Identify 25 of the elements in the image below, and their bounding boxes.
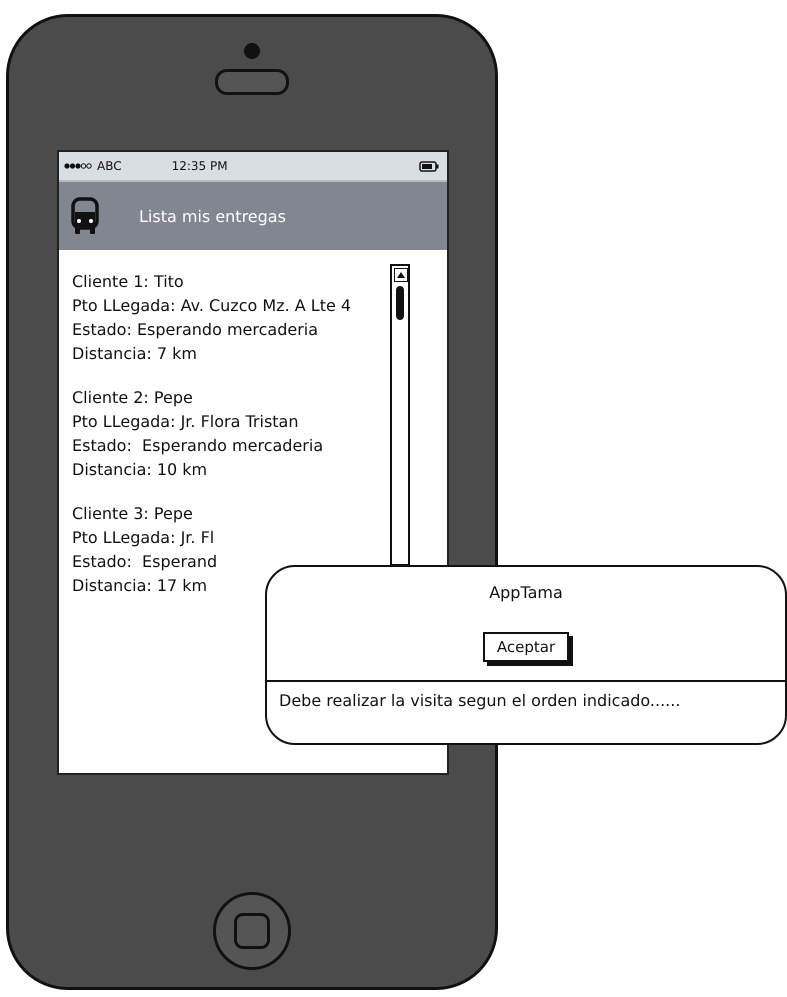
battery-icon bbox=[419, 160, 439, 172]
delivery-text: Pto LLegada: Jr. Flora Tristan bbox=[72, 411, 300, 433]
scroll-thumb[interactable] bbox=[396, 286, 404, 320]
delivery-text: Cliente 3: Pepe bbox=[72, 503, 194, 525]
delivery-text: Distancia: 10 km bbox=[72, 459, 208, 481]
scrollbar[interactable] bbox=[390, 264, 410, 566]
signal-icon bbox=[63, 162, 93, 170]
delivery-text: Cliente 1: Tito bbox=[72, 271, 185, 293]
carrier-name: ABC bbox=[97, 159, 122, 173]
delivery-text: Pto LLegada: Av. Cuzco Mz. A Lte 4 bbox=[72, 295, 352, 317]
dialog-message: Debe realizar la visita segun el orden indicado...... bbox=[279, 691, 680, 710]
delivery-text: Pto LLegada: Jr. Fl bbox=[72, 527, 216, 549]
delivery-text: Estado: Esperand bbox=[72, 551, 218, 573]
camera-dot bbox=[244, 43, 260, 59]
scroll-up-icon[interactable] bbox=[394, 268, 408, 282]
delivery-text: Distancia: 17 km bbox=[72, 575, 208, 597]
delivery-text: Estado: Esperando mercaderia bbox=[72, 435, 324, 457]
screen-title: Lista mis entregas bbox=[139, 206, 286, 226]
delivery-text: Distancia: 7 km bbox=[72, 343, 198, 365]
dialog-title: AppTama bbox=[489, 583, 563, 602]
delivery-text: Cliente 2: Pepe bbox=[72, 387, 194, 409]
bus-icon bbox=[71, 197, 99, 235]
square-icon bbox=[234, 913, 270, 949]
delivery-text: Estado: Esperando mercaderia bbox=[72, 319, 320, 341]
status-time: 12:35 PM bbox=[172, 159, 229, 173]
